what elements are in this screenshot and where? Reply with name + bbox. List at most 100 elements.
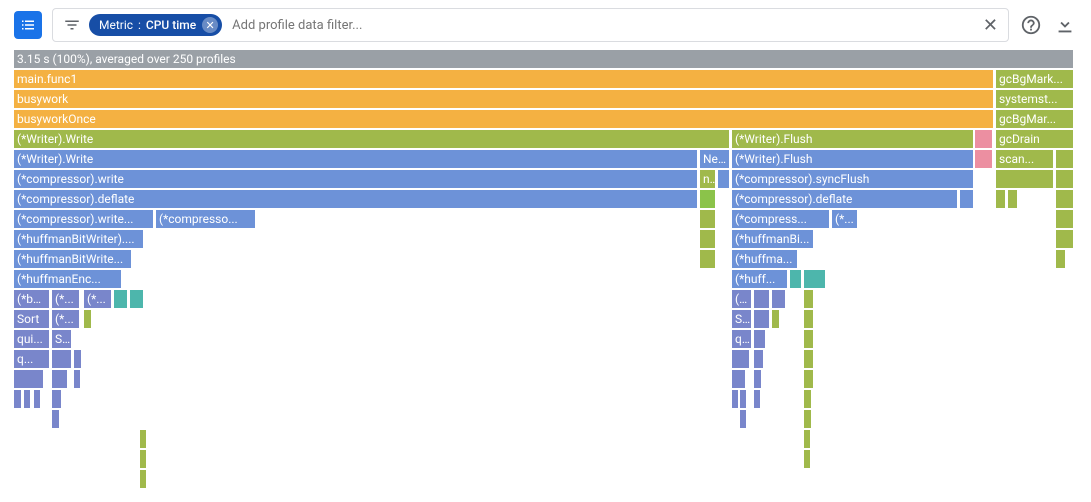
flame-bar[interactable]	[754, 370, 762, 389]
flame-bar[interactable]: (*by...	[14, 290, 50, 309]
flame-bar[interactable]	[740, 410, 747, 429]
flame-bar[interactable]	[754, 350, 764, 369]
flame-bar[interactable]: qui...	[14, 330, 50, 349]
download-button[interactable]	[1053, 13, 1077, 37]
flame-bar[interactable]	[1056, 230, 1074, 249]
flame-bar[interactable]	[804, 450, 811, 469]
flame-bar[interactable]: scan...	[996, 150, 1054, 169]
flame-bar[interactable]: (*compressor).write	[14, 170, 698, 189]
flame-bar[interactable]: (*...	[832, 210, 858, 229]
flame-bar[interactable]	[1056, 250, 1066, 269]
flame-bar[interactable]: systemst...	[996, 90, 1074, 109]
flame-bar[interactable]	[960, 190, 974, 209]
flame-bar[interactable]: q...	[14, 350, 50, 369]
flame-bar[interactable]: Sort	[14, 310, 50, 329]
flame-bar[interactable]	[140, 470, 147, 489]
flame-bar[interactable]: S...	[732, 310, 752, 329]
flame-bar[interactable]	[804, 370, 814, 389]
flame-bar[interactable]: (*huffma...	[732, 250, 798, 269]
flame-bar[interactable]	[140, 430, 147, 449]
flame-bar[interactable]	[52, 350, 72, 369]
flame-bar[interactable]: (*Writer).Write	[14, 130, 730, 149]
flame-bar[interactable]	[14, 390, 22, 409]
flame-bar[interactable]	[740, 390, 747, 409]
flame-bar[interactable]	[140, 450, 147, 469]
flame-bar[interactable]	[700, 250, 716, 269]
flame-bar[interactable]: Ne...	[700, 150, 730, 169]
flame-bar[interactable]	[14, 370, 44, 389]
flame-bar[interactable]	[732, 370, 746, 389]
flame-bar[interactable]: (*compress...	[732, 210, 830, 229]
flame-bar[interactable]: busyworkOnce	[14, 110, 994, 129]
flame-bar[interactable]	[804, 270, 826, 289]
metric-chip[interactable]: Metric : CPU time ✕	[89, 14, 222, 36]
flame-bar[interactable]: (...	[732, 290, 752, 309]
flame-bar[interactable]	[996, 170, 1054, 189]
clear-icon[interactable]: ✕	[983, 15, 998, 36]
flame-bar[interactable]	[74, 350, 82, 369]
flame-bar[interactable]: 3.15 s (100%), averaged over 250 profile…	[14, 50, 1074, 69]
flame-bar[interactable]	[804, 310, 814, 329]
flame-bar[interactable]	[804, 290, 814, 309]
flame-bar[interactable]	[34, 390, 41, 409]
flame-bar[interactable]	[772, 310, 780, 329]
flame-bar[interactable]	[754, 330, 766, 349]
flame-bar[interactable]	[114, 290, 128, 309]
flame-bar[interactable]: (*Writer).Flush	[732, 150, 974, 169]
flame-graph[interactable]: 3.15 s (100%), averaged over 250 profile…	[14, 50, 1077, 490]
flame-bar[interactable]	[754, 310, 770, 329]
flame-bar[interactable]	[804, 410, 812, 429]
flame-bar[interactable]	[1056, 150, 1074, 169]
flame-bar[interactable]: (*compressor).write...	[14, 210, 154, 229]
flame-bar[interactable]	[24, 390, 31, 409]
flame-bar[interactable]	[84, 310, 92, 329]
flame-bar[interactable]	[1056, 190, 1074, 209]
flame-bar[interactable]	[700, 230, 716, 249]
flame-bar[interactable]	[52, 410, 60, 429]
flame-bar[interactable]	[52, 370, 68, 389]
flame-bar[interactable]	[975, 130, 993, 149]
help-button[interactable]	[1019, 13, 1043, 37]
flame-bar[interactable]: (*...	[52, 290, 80, 309]
flame-bar[interactable]	[975, 150, 993, 169]
flame-bar[interactable]	[1008, 190, 1018, 209]
flame-bar[interactable]	[804, 330, 814, 349]
flame-bar[interactable]	[790, 270, 802, 289]
flame-bar[interactable]: (*compressor).syncFlush	[732, 170, 974, 189]
flame-bar[interactable]	[996, 190, 1006, 209]
chip-remove-icon[interactable]: ✕	[202, 17, 218, 33]
flame-bar[interactable]: gcBgMark...	[996, 70, 1074, 89]
flame-bar[interactable]	[700, 190, 716, 209]
list-view-button[interactable]	[14, 11, 42, 39]
flame-bar[interactable]: (*huffmanBitWrite...	[14, 250, 132, 269]
flame-bar[interactable]: (*compressor).deflate	[732, 190, 958, 209]
flame-bar[interactable]: S...	[52, 330, 72, 349]
flame-bar[interactable]	[74, 370, 81, 389]
flame-bar[interactable]	[804, 430, 811, 449]
flame-bar[interactable]: (*huff...	[732, 270, 788, 289]
flame-bar[interactable]: gcDrain	[996, 130, 1074, 149]
flame-bar[interactable]: (*compresso...	[156, 210, 256, 229]
flame-bar[interactable]	[754, 290, 770, 309]
flame-bar[interactable]: q...	[732, 330, 752, 349]
flame-bar[interactable]: (*huffmanEnc...	[14, 270, 122, 289]
flame-bar[interactable]	[700, 210, 716, 229]
flame-bar[interactable]: (*...	[84, 290, 112, 309]
flame-bar[interactable]: (*compressor).deflate	[14, 190, 698, 209]
flame-bar[interactable]	[804, 390, 812, 409]
flame-bar[interactable]	[772, 290, 786, 309]
flame-bar[interactable]	[718, 170, 730, 189]
flame-bar[interactable]	[754, 390, 761, 409]
flame-bar[interactable]: gcBgMar...	[996, 110, 1074, 129]
flame-bar[interactable]	[1056, 210, 1074, 229]
flame-bar[interactable]	[52, 390, 62, 409]
flame-bar[interactable]	[804, 350, 814, 369]
flame-bar[interactable]	[130, 290, 144, 309]
flame-bar[interactable]	[732, 390, 739, 409]
flame-bar[interactable]: (*huffmanBitWriter)....	[14, 230, 144, 249]
flame-bar[interactable]: busywork	[14, 90, 994, 109]
flame-bar[interactable]: n...	[700, 170, 716, 189]
flame-bar[interactable]: (*...	[52, 310, 80, 329]
flame-bar[interactable]	[732, 350, 750, 369]
flame-bar[interactable]: (*huffmanBi...	[732, 230, 814, 249]
